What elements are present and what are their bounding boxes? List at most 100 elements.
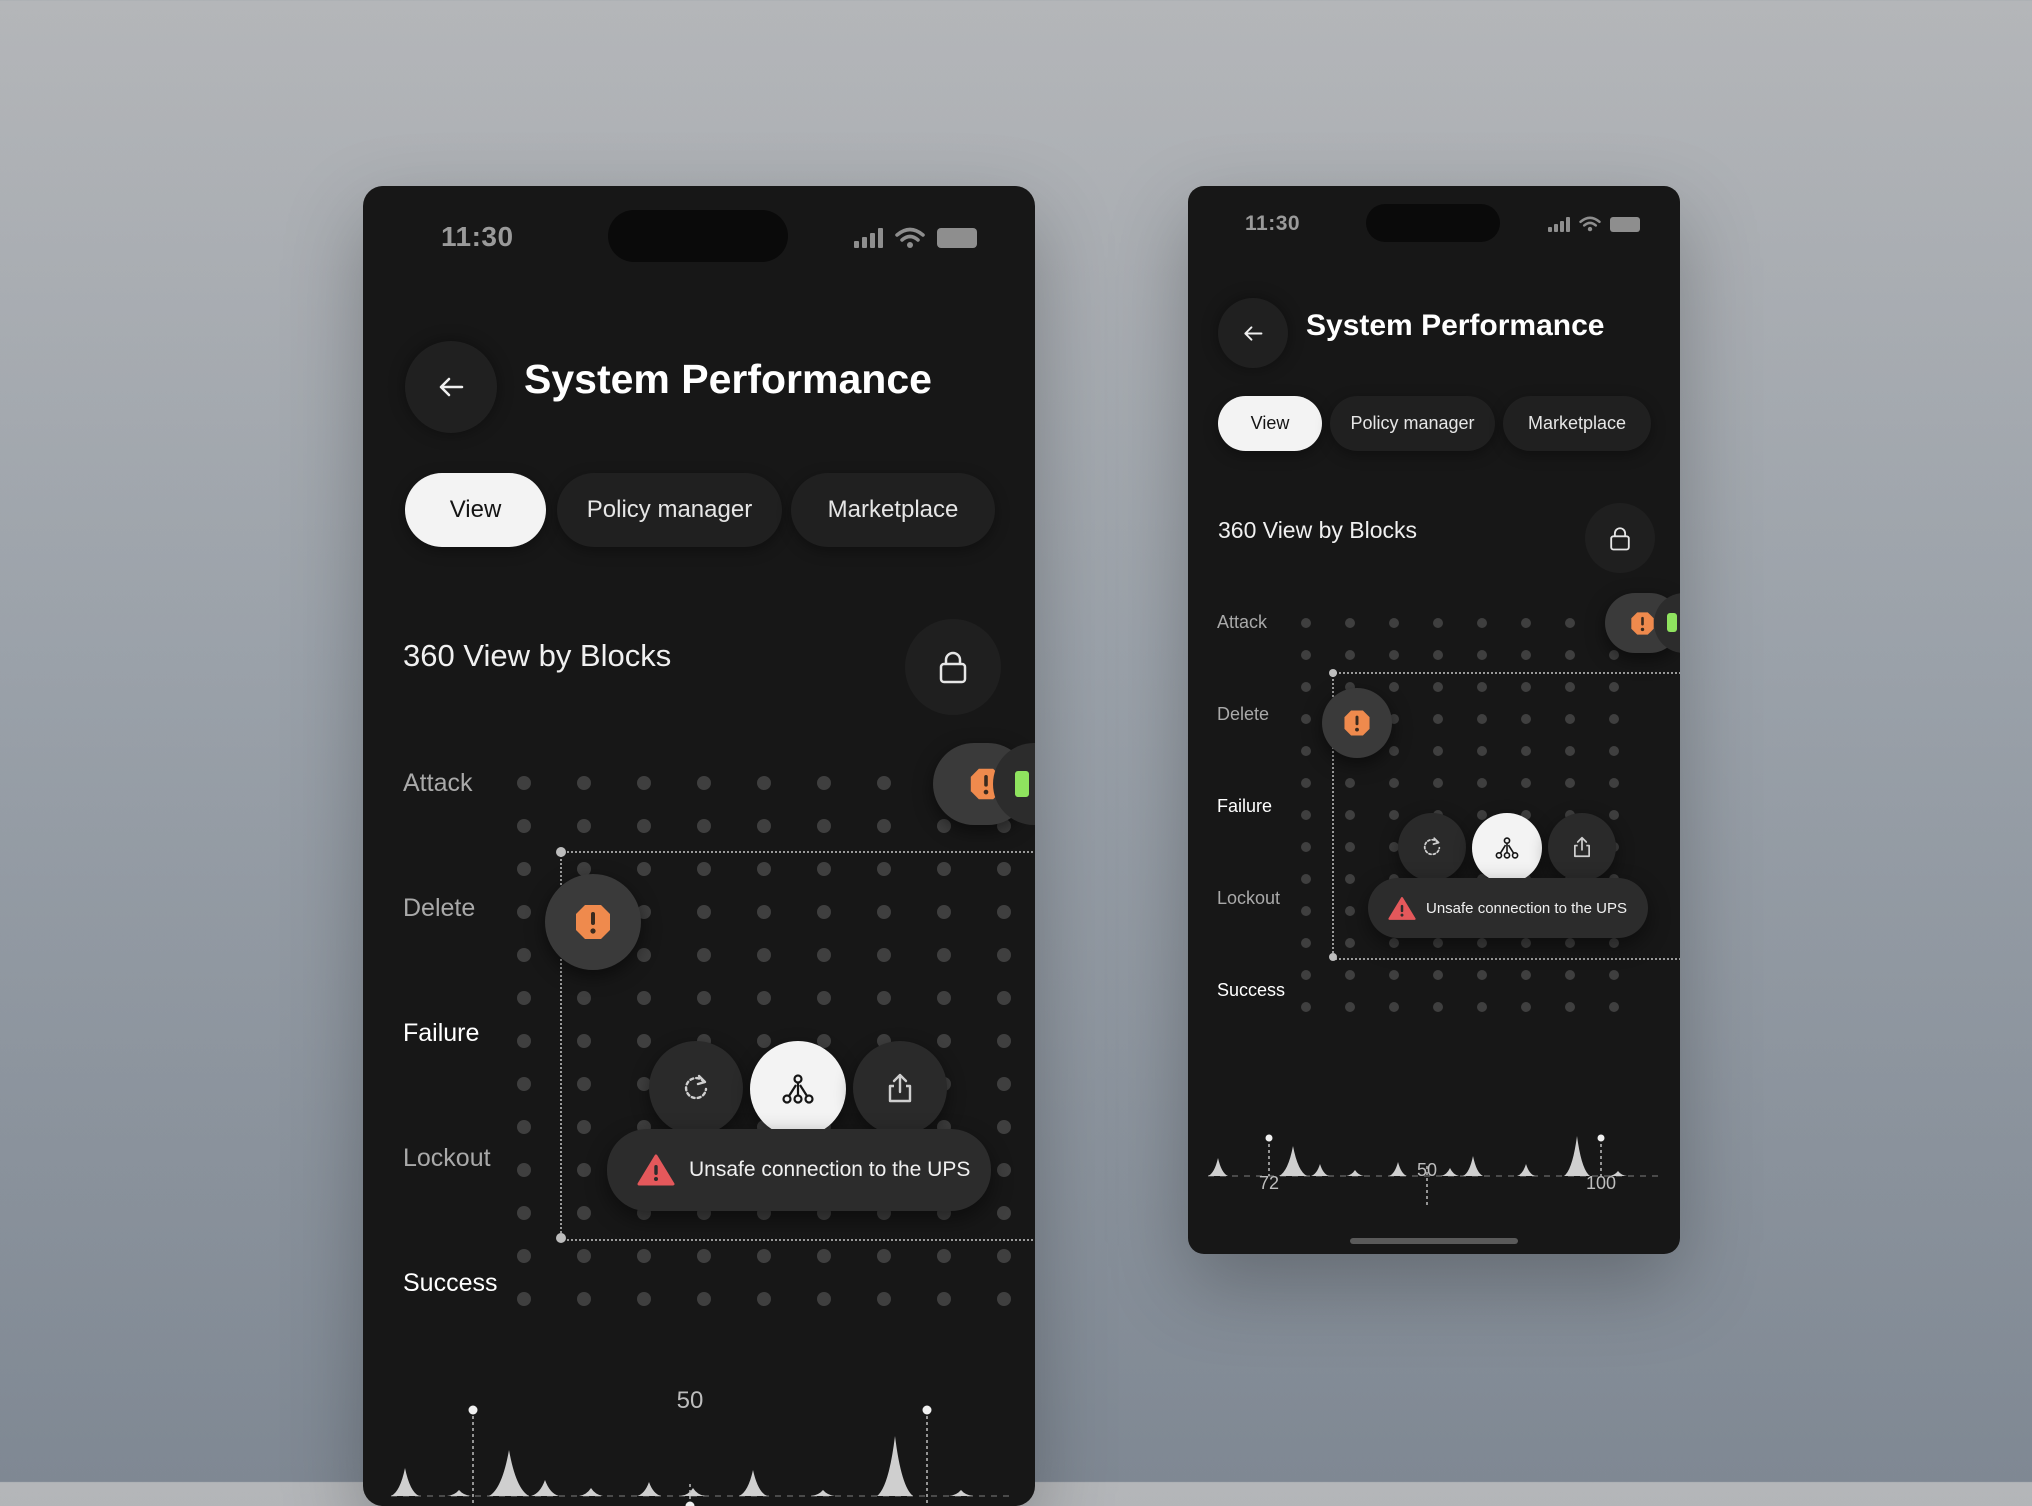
chart-marker-label: 72 (1259, 1173, 1279, 1193)
chart-peak (391, 1468, 419, 1496)
block-dot (1433, 1002, 1443, 1012)
back-button[interactable] (405, 341, 497, 433)
warning-icon (637, 1153, 675, 1187)
shield-icon (1015, 771, 1029, 797)
chart-peak (579, 1488, 603, 1496)
tab-view[interactable]: View (405, 473, 546, 547)
status-icons (1548, 216, 1640, 232)
block-dot (1301, 970, 1311, 980)
tab-view[interactable]: View (1218, 396, 1322, 451)
tab-policy-manager[interactable]: Policy manager (1330, 396, 1495, 451)
block-dot (1433, 618, 1443, 628)
block-dot (1565, 618, 1575, 628)
block-dot (517, 1163, 531, 1177)
chart-peak (1346, 1170, 1364, 1176)
row-label-failure: Failure (403, 1019, 479, 1048)
phone-screen-small: 11:30 System Performance View Policy man… (1188, 186, 1680, 1254)
chart-peak (637, 1482, 661, 1496)
chart-marker-label: 100 (1586, 1173, 1616, 1193)
row-label-lockout: Lockout (403, 1144, 491, 1173)
chart-peak (739, 1470, 767, 1496)
tab-marketplace[interactable]: Marketplace (1503, 396, 1651, 451)
block-dot (697, 1249, 711, 1263)
block-dot (517, 905, 531, 919)
arrow-left-icon (438, 376, 464, 398)
refresh-button[interactable] (1398, 813, 1466, 881)
dynamic-island (1366, 204, 1500, 242)
lock-icon (938, 650, 968, 684)
block-dot (1345, 650, 1355, 660)
block-dot (517, 819, 531, 833)
network-button[interactable] (1472, 813, 1542, 883)
block-dot (1301, 682, 1311, 692)
block-dot (997, 1249, 1011, 1263)
block-dot (577, 1249, 591, 1263)
share-button[interactable] (853, 1041, 947, 1135)
block-dot (757, 1292, 771, 1306)
network-button[interactable] (750, 1041, 846, 1137)
chart-peak (877, 1436, 913, 1496)
chart-marker-dot (923, 1406, 932, 1415)
block-dot (637, 1292, 651, 1306)
chart-marker-dot (1266, 1135, 1273, 1142)
dynamic-island (608, 210, 788, 262)
back-button[interactable] (1218, 298, 1288, 368)
section-title: 360 View by Blocks (403, 638, 671, 674)
block-dot (517, 1206, 531, 1220)
block-dot (1521, 650, 1531, 660)
row-label-delete: Delete (403, 894, 475, 923)
share-icon (886, 1072, 914, 1104)
block-dot (517, 1292, 531, 1306)
row-label-lockout: Lockout (1217, 888, 1280, 909)
wifi-icon (1579, 216, 1601, 232)
delete-alert-badge[interactable] (1322, 688, 1392, 758)
selection-handle-top-left[interactable] (1329, 669, 1337, 677)
alert-toast[interactable]: Unsafe connection to the UPS (1368, 878, 1648, 938)
row-label-attack: Attack (403, 769, 472, 798)
block-dot (517, 1034, 531, 1048)
block-dot (697, 819, 711, 833)
block-dot (1301, 938, 1311, 948)
refresh-button[interactable] (649, 1041, 743, 1135)
chart-peak (681, 1488, 705, 1496)
block-dot (1521, 618, 1531, 628)
block-dot (517, 948, 531, 962)
chart-peak (1311, 1164, 1329, 1176)
phone-screen-large: 11:30 System Performance View Policy man… (363, 186, 1035, 1506)
status-time: 11:30 (1245, 212, 1300, 236)
block-dot (1301, 714, 1311, 724)
selection-handle-top-left[interactable] (556, 847, 566, 857)
row-label-attack: Attack (1217, 612, 1267, 633)
block-dot (1389, 650, 1399, 660)
block-dot (1565, 650, 1575, 660)
lock-button[interactable] (905, 619, 1001, 715)
alert-toast[interactable]: Unsafe connection to the UPS (607, 1129, 991, 1211)
block-dot (637, 819, 651, 833)
alert-text: Unsafe connection to the UPS (689, 1158, 970, 1182)
row-label-success: Success (403, 1269, 497, 1298)
block-dot (577, 1292, 591, 1306)
selection-handle-bottom-left[interactable] (556, 1233, 566, 1243)
block-dot (877, 1292, 891, 1306)
block-dot (1389, 970, 1399, 980)
selection-handle-bottom-left[interactable] (1329, 953, 1337, 961)
block-dot (757, 819, 771, 833)
tab-marketplace[interactable]: Marketplace (791, 473, 995, 547)
chart-peak (489, 1450, 529, 1496)
block-dot (637, 1249, 651, 1263)
block-dot (1565, 970, 1575, 980)
block-dot (1301, 618, 1311, 628)
lock-button[interactable] (1585, 503, 1655, 573)
delete-alert-badge[interactable] (545, 874, 641, 970)
share-button[interactable] (1548, 813, 1616, 881)
warning-icon (1388, 896, 1416, 921)
section-title: 360 View by Blocks (1218, 517, 1417, 544)
block-dot (1521, 970, 1531, 980)
share-icon (1572, 835, 1592, 859)
tab-policy-manager[interactable]: Policy manager (557, 473, 782, 547)
block-dot (1477, 650, 1487, 660)
wifi-icon (895, 227, 925, 249)
block-dot (937, 1292, 951, 1306)
home-indicator[interactable] (1350, 1238, 1518, 1244)
block-dot (1301, 1002, 1311, 1012)
